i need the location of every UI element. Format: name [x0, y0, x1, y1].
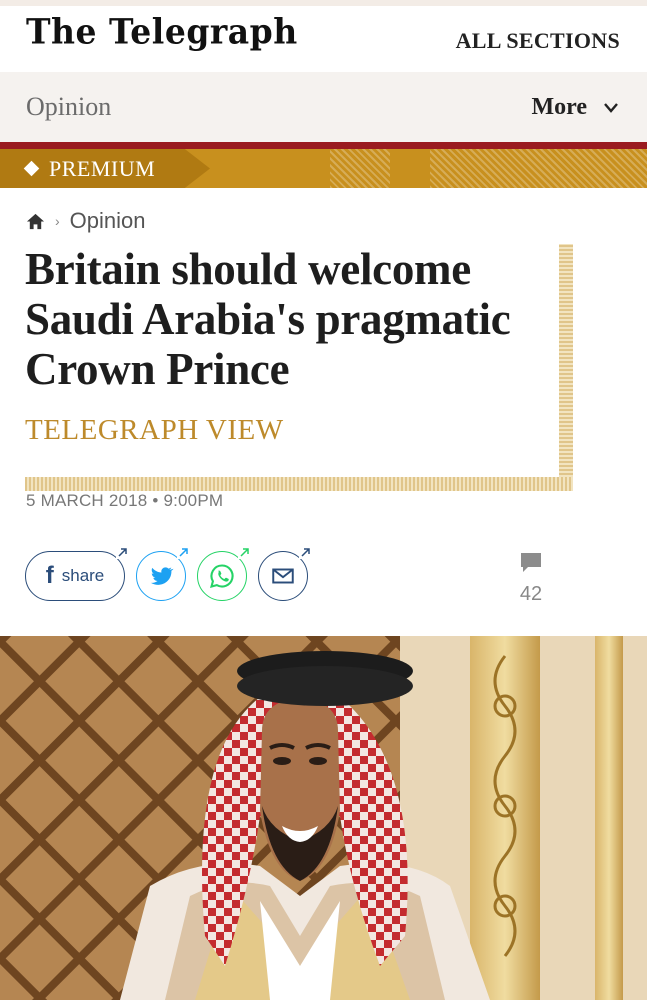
headline-inner: Britain should welcome Saudi Arabia's pr… — [25, 244, 559, 477]
external-arrow-icon — [116, 547, 128, 559]
home-icon[interactable] — [26, 212, 45, 231]
twitter-share-button[interactable] — [136, 547, 189, 601]
comments-button[interactable]: 42 — [515, 551, 547, 606]
headline-box: Britain should welcome Saudi Arabia's pr… — [25, 244, 573, 491]
premium-banner: PREMIUM — [0, 142, 647, 188]
external-arrow-icon — [299, 547, 311, 559]
more-menu-button[interactable]: More — [531, 94, 619, 121]
premium-text: PREMIUM — [49, 155, 156, 181]
premium-pattern-right — [430, 149, 647, 188]
external-arrow-icon — [238, 547, 250, 559]
share-row: f share — [25, 547, 311, 601]
breadcrumb-separator-icon: › — [55, 213, 60, 229]
chevron-down-icon — [604, 102, 618, 113]
premium-label: PREMIUM — [0, 149, 210, 188]
section-bar: Opinion More — [0, 72, 647, 142]
headline-frame-bottom — [25, 477, 573, 491]
email-icon — [272, 568, 294, 584]
headline-frame-right — [559, 244, 573, 491]
twitter-icon — [150, 567, 174, 585]
article-byline[interactable]: TELEGRAPH VIEW — [25, 414, 284, 447]
article-headline: Britain should welcome Saudi Arabia's pr… — [25, 244, 511, 394]
comment-icon — [521, 553, 541, 572]
breadcrumb: › Opinion — [26, 208, 146, 234]
more-label: More — [531, 94, 587, 120]
breadcrumb-opinion[interactable]: Opinion — [70, 208, 146, 234]
external-arrow-icon — [177, 547, 189, 559]
section-title[interactable]: Opinion — [26, 92, 111, 122]
article-date: 5 MARCH 2018 • 9:00PM — [26, 491, 224, 510]
telegraph-logo[interactable]: The Telegraph — [26, 11, 298, 52]
diamond-icon — [23, 160, 40, 177]
article-hero-image — [0, 636, 647, 1000]
all-sections-link[interactable]: ALL SECTIONS — [456, 28, 620, 54]
facebook-share-label: share — [61, 566, 105, 585]
comment-count: 42 — [519, 583, 543, 605]
whatsapp-share-button[interactable] — [197, 547, 250, 601]
facebook-share-button[interactable]: f share — [25, 547, 128, 601]
email-share-button[interactable] — [258, 547, 311, 601]
masthead: The Telegraph ALL SECTIONS — [0, 6, 647, 72]
hero-illustration — [0, 636, 647, 1000]
premium-pattern-left — [330, 149, 390, 188]
whatsapp-icon — [210, 564, 234, 588]
facebook-icon: f — [45, 562, 54, 589]
